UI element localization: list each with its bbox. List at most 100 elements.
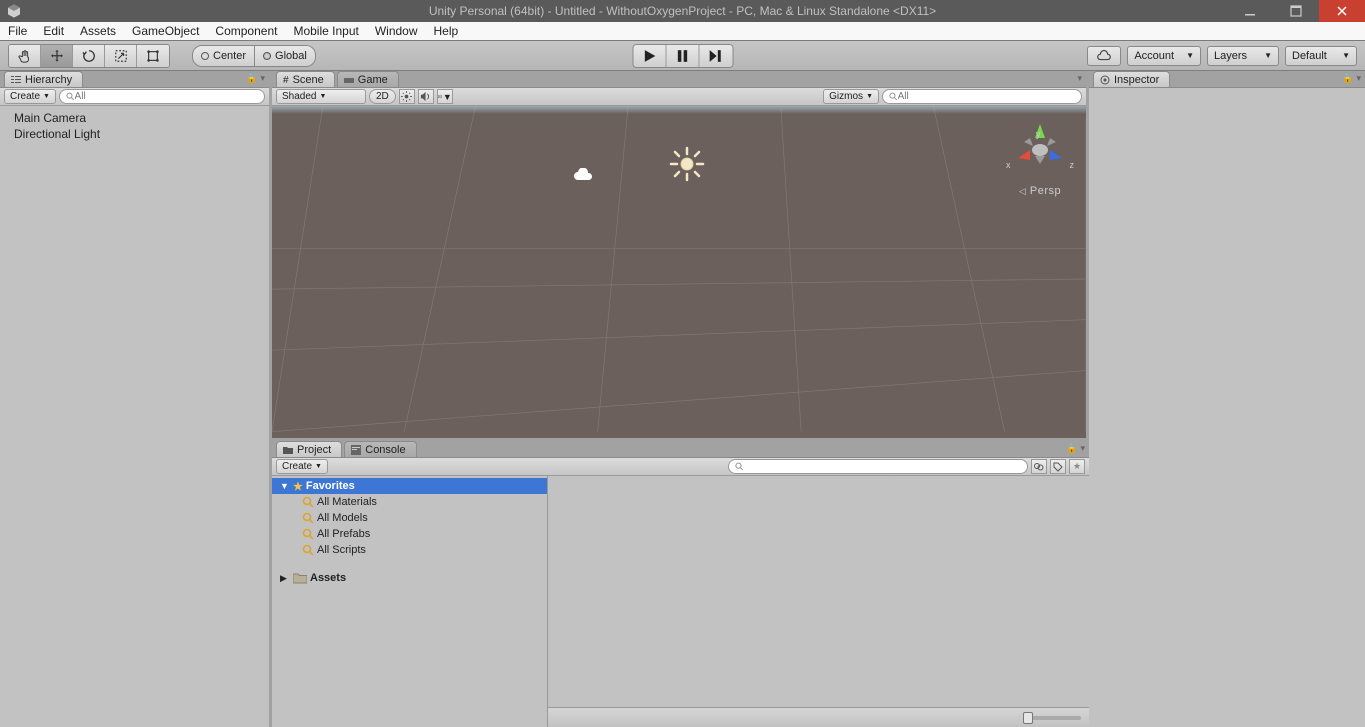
menu-component[interactable]: Component: [207, 22, 285, 40]
hierarchy-item[interactable]: Main Camera: [0, 110, 269, 126]
filter-type-button[interactable]: [1031, 459, 1047, 474]
center-icon: [201, 52, 209, 60]
chevron-down-icon: ▼: [1342, 51, 1350, 60]
assets-row[interactable]: ▶ Assets: [272, 570, 547, 586]
sun-gizmo-icon: [669, 146, 705, 182]
favorite-item[interactable]: All Scripts: [272, 542, 547, 558]
orientation-gizmo[interactable]: y x z ◁ Persp: [1008, 120, 1072, 197]
project-search-input[interactable]: [728, 459, 1028, 474]
game-icon: [344, 75, 354, 85]
search-icon: [735, 462, 744, 471]
filter-label-button[interactable]: [1050, 459, 1066, 474]
transform-tool-group: [8, 44, 170, 68]
2d-toggle[interactable]: 2D: [369, 89, 396, 104]
rotation-global-label: Global: [275, 50, 307, 62]
pivot-rotation-group: Center Global: [192, 45, 316, 67]
account-dropdown[interactable]: Account▼: [1127, 46, 1201, 66]
panel-menu-icon[interactable]: ▾: [1356, 73, 1361, 84]
console-tab[interactable]: Console: [344, 441, 416, 457]
rotation-global-button[interactable]: Global: [255, 45, 316, 67]
game-tab[interactable]: Game: [337, 71, 399, 87]
hierarchy-search-input[interactable]: [59, 89, 265, 104]
project-panel: Project Console 🔒▾ Create▼ ★: [272, 438, 1089, 727]
folder-icon: [293, 572, 307, 584]
expand-icon: ▼: [280, 481, 290, 491]
window-title: Unity Personal (64bit) - Untitled - With…: [0, 4, 1365, 18]
hierarchy-panel: Hierarchy 🔒▾ Create▼ Main Camera Directi…: [0, 71, 272, 727]
axis-x-label: x: [1006, 160, 1011, 170]
rotate-tool-button[interactable]: [73, 45, 105, 67]
play-button[interactable]: [633, 45, 666, 67]
favorite-item[interactable]: All Materials: [272, 494, 547, 510]
scale-tool-button[interactable]: [105, 45, 137, 67]
camera-gizmo-icon: [573, 168, 595, 182]
shading-mode-dropdown[interactable]: Shaded▼: [276, 89, 366, 104]
project-tab[interactable]: Project: [276, 441, 342, 457]
menu-edit[interactable]: Edit: [35, 22, 72, 40]
cloud-button[interactable]: [1087, 46, 1121, 66]
menu-file[interactable]: File: [0, 22, 35, 40]
lock-icon[interactable]: 🔒: [1066, 443, 1077, 454]
project-content[interactable]: [548, 476, 1089, 727]
fx-toggle[interactable]: ▼: [437, 89, 453, 104]
menu-mobile-input[interactable]: Mobile Input: [285, 22, 366, 40]
hand-tool-button[interactable]: [9, 45, 41, 67]
panel-menu-icon[interactable]: ▾: [260, 73, 265, 84]
menu-gameobject[interactable]: GameObject: [124, 22, 207, 40]
menu-help[interactable]: Help: [426, 22, 467, 40]
icon-size-slider[interactable]: [1023, 716, 1081, 720]
scene-search-input[interactable]: [882, 89, 1082, 104]
lock-icon[interactable]: 🔒: [246, 73, 257, 84]
inspector-icon: [1100, 75, 1110, 85]
pivot-center-label: Center: [213, 50, 246, 62]
play-control-group: [632, 44, 733, 68]
folder-icon: [283, 445, 293, 455]
sun-icon: [401, 91, 412, 102]
scene-viewport[interactable]: y x z ◁ Persp: [272, 106, 1086, 438]
move-tool-button[interactable]: [41, 45, 73, 67]
image-icon: [438, 91, 442, 102]
search-icon: [302, 544, 314, 556]
audio-toggle[interactable]: [418, 89, 434, 104]
project-tree: ▼ ★ Favorites All Materials All Models A…: [272, 476, 548, 727]
save-search-button[interactable]: ★: [1069, 459, 1085, 474]
menu-bar: File Edit Assets GameObject Component Mo…: [0, 22, 1365, 41]
layout-dropdown[interactable]: Default▼: [1285, 46, 1357, 66]
step-button[interactable]: [699, 45, 732, 67]
panel-menu-icon[interactable]: ▾: [1077, 73, 1082, 84]
search-icon: [302, 512, 314, 524]
window-close-button[interactable]: [1319, 0, 1365, 22]
scene-panel: #Scene Game ▾ Shaded▼ 2D ▼ Gizmos▼: [272, 71, 1089, 438]
favorite-item[interactable]: All Prefabs: [272, 526, 547, 542]
console-icon: [351, 445, 361, 455]
project-create-dropdown[interactable]: Create▼: [276, 459, 328, 474]
star-icon: ★: [293, 480, 303, 493]
menu-assets[interactable]: Assets: [72, 22, 124, 40]
lighting-toggle[interactable]: [399, 89, 415, 104]
window-maximize-button[interactable]: [1273, 0, 1319, 22]
layers-dropdown[interactable]: Layers▼: [1207, 46, 1279, 66]
inspector-tab[interactable]: Inspector: [1093, 71, 1170, 87]
axis-y-label: y: [1036, 129, 1041, 139]
window-minimize-button[interactable]: [1227, 0, 1273, 22]
inspector-panel: Inspector 🔒▾: [1089, 71, 1365, 727]
globe-icon: [263, 52, 271, 60]
panel-menu-icon[interactable]: ▾: [1080, 443, 1085, 454]
hierarchy-tab[interactable]: Hierarchy: [4, 71, 83, 87]
favorite-item[interactable]: All Models: [272, 510, 547, 526]
window-titlebar: Unity Personal (64bit) - Untitled - With…: [0, 0, 1365, 22]
gizmos-dropdown[interactable]: Gizmos▼: [823, 89, 879, 104]
menu-window[interactable]: Window: [367, 22, 426, 40]
rect-tool-button[interactable]: [137, 45, 169, 67]
pivot-center-button[interactable]: Center: [192, 45, 255, 67]
cloud-icon: [1095, 50, 1113, 62]
pause-button[interactable]: [666, 45, 699, 67]
lock-icon[interactable]: 🔒: [1342, 73, 1353, 84]
hierarchy-item[interactable]: Directional Light: [0, 126, 269, 142]
favorites-row[interactable]: ▼ ★ Favorites: [272, 478, 547, 494]
scene-tab[interactable]: #Scene: [276, 71, 335, 87]
hierarchy-create-dropdown[interactable]: Create▼: [4, 89, 56, 104]
hierarchy-icon: [11, 75, 21, 85]
chevron-down-icon: ▼: [1264, 51, 1272, 60]
toolbar: Center Global Account▼ Layers▼ Default▼: [0, 41, 1365, 71]
